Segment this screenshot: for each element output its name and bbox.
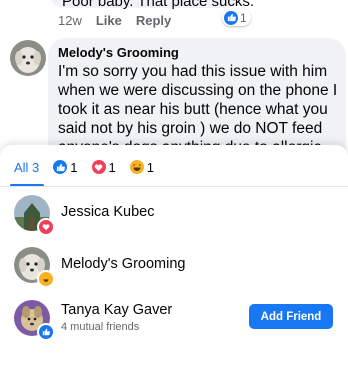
- previous-comment-text: Poor baby. That place sucks.: [62, 0, 255, 10]
- comment-timestamp: 12w: [58, 13, 82, 28]
- mutual-friends-count: 4 mutual friends: [61, 321, 140, 333]
- add-friend-button[interactable]: Add Friend: [249, 304, 333, 329]
- reaction-count-chip[interactable]: 1: [222, 9, 251, 26]
- tabs-divider: [0, 186, 348, 187]
- tab-haha[interactable]: 1: [129, 159, 154, 175]
- reply-link[interactable]: Reply: [136, 13, 171, 28]
- tab-all[interactable]: All 3: [14, 160, 39, 175]
- person-name[interactable]: Tanya Kay Gaver: [61, 302, 172, 318]
- haha-icon: [129, 160, 144, 174]
- like-icon: [224, 10, 238, 25]
- list-item[interactable]: Melody's Grooming: [0, 247, 348, 291]
- reactions-sheet: All 3 1 1 1 Jessica Kubec Melody's Groom…: [0, 145, 348, 365]
- reaction-count: 1: [240, 10, 247, 25]
- like-link[interactable]: Like: [96, 13, 122, 28]
- tab-like-count: 1: [70, 159, 78, 175]
- person-name[interactable]: Melody's Grooming: [61, 256, 185, 272]
- like-icon: [37, 323, 55, 341]
- tab-love[interactable]: 1: [91, 159, 116, 175]
- tab-all-label: All 3: [14, 159, 40, 175]
- tab-love-count: 1: [108, 159, 116, 175]
- list-item[interactable]: Jessica Kubec: [0, 195, 348, 239]
- avatar[interactable]: [10, 40, 46, 76]
- commenter-name[interactable]: Melody's Grooming: [58, 45, 179, 60]
- love-icon: [37, 218, 55, 236]
- like-icon: [53, 160, 68, 174]
- person-name[interactable]: Jessica Kubec: [61, 204, 155, 220]
- tab-like[interactable]: 1: [53, 159, 78, 175]
- list-item[interactable]: Tanya Kay Gaver 4 mutual friends Add Fri…: [0, 300, 348, 344]
- reaction-tabs: All 3 1 1 1: [14, 157, 154, 177]
- haha-icon: [37, 270, 55, 288]
- love-icon: [91, 160, 106, 174]
- tab-haha-count: 1: [146, 159, 154, 175]
- comment-actions: 12w Like Reply: [58, 13, 171, 28]
